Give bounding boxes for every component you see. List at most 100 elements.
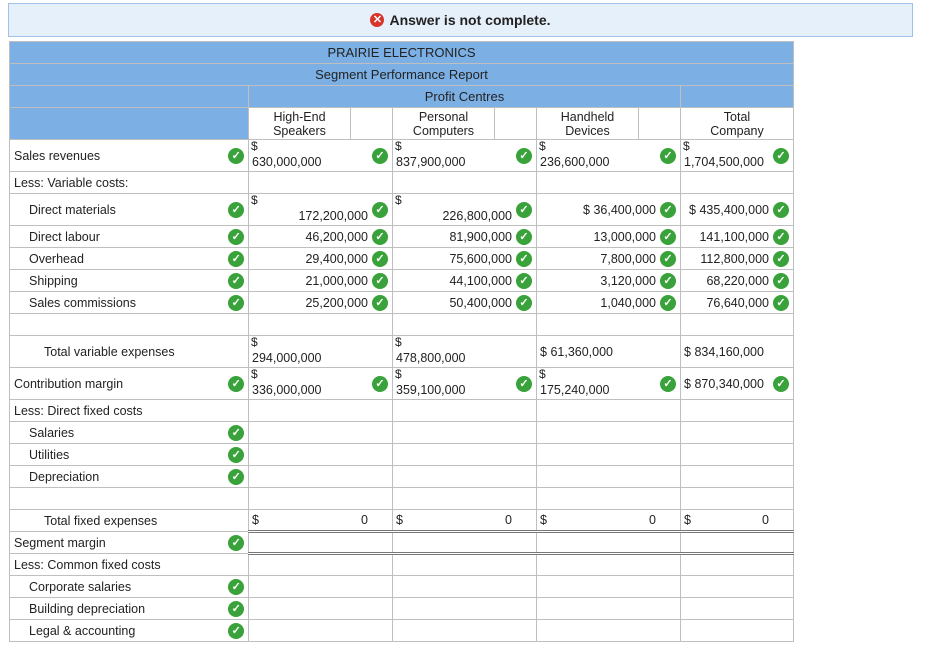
input-bd-total[interactable] (680, 597, 794, 620)
input-salaries-handheld[interactable] (536, 421, 681, 444)
col-header-handheld: Handheld Devices (536, 107, 639, 140)
input-sm-computers[interactable] (392, 530, 537, 554)
input-sales-total[interactable]: $1,704,500,000 ✓ (680, 139, 794, 172)
input-tve-handheld[interactable]: $ 61,360,000 (536, 335, 681, 368)
input-depreciation-handheld[interactable] (536, 465, 681, 488)
input-sales-computers[interactable]: $837,900,000 ✓ (392, 139, 537, 172)
input-dl-speakers[interactable]: 46,200,000 ✓ (248, 225, 393, 248)
check-circle-icon: ✓ (660, 272, 676, 289)
input-tve-computers[interactable]: $478,800,000 (392, 335, 537, 368)
check-circle-icon: ✓ (228, 272, 245, 289)
check-circle-icon: ✓ (372, 250, 388, 267)
check-circle-icon: ✓ (372, 201, 388, 218)
input-cm-computers[interactable]: $359,100,000 ✓ (392, 367, 537, 400)
check-circle-icon: ✓ (228, 622, 245, 639)
col-header-total: Total Company (680, 107, 794, 140)
company-name: PRAIRIE ELECTRONICS (9, 41, 794, 64)
input-sh-computers[interactable]: 44,100,000 ✓ (392, 269, 537, 292)
profit-centres-header: Profit Centres (248, 85, 681, 108)
input-salaries-speakers[interactable] (248, 421, 393, 444)
input-tfe-speakers[interactable]: $0 (248, 509, 393, 532)
input-sc-handheld[interactable]: 1,040,000 ✓ (536, 291, 681, 314)
input-utilities-speakers[interactable] (248, 443, 393, 466)
input-sales-speakers[interactable]: $630,000,000 ✓ (248, 139, 393, 172)
input-cs-total[interactable] (680, 575, 794, 598)
row-label-contribution-margin: Contribution margin (9, 367, 225, 400)
check-circle-icon: ✓ (228, 534, 245, 551)
input-tfe-total[interactable]: $0 (680, 509, 794, 532)
row-label-less-direct-fixed: Less: Direct fixed costs (9, 399, 249, 422)
check-circle-icon: ✓ (660, 147, 676, 164)
input-la-computers[interactable] (392, 619, 537, 642)
row-label-direct-labour: Direct labour (9, 225, 225, 248)
input-cs-speakers[interactable] (248, 575, 393, 598)
input-tve-total[interactable]: $ 834,160,000 (680, 335, 794, 368)
input-dl-total[interactable]: 141,100,000 ✓ (680, 225, 794, 248)
input-dm-computers[interactable]: $226,800,000 ✓ (392, 193, 537, 226)
row-label-less-variable: Less: Variable costs: (9, 171, 249, 194)
input-cs-computers[interactable] (392, 575, 537, 598)
input-dm-handheld[interactable]: $ 36,400,000 ✓ (536, 193, 681, 226)
row-label-direct-materials: Direct materials (9, 193, 225, 226)
input-cm-total[interactable]: $ 870,340,000 ✓ (680, 367, 794, 400)
check-circle-icon: ✓ (228, 375, 245, 392)
input-cs-handheld[interactable] (536, 575, 681, 598)
input-sh-total[interactable]: 68,220,000 ✓ (680, 269, 794, 292)
input-dl-computers[interactable]: 81,900,000 ✓ (392, 225, 537, 248)
check-circle-icon: ✓ (516, 147, 532, 164)
input-sc-computers[interactable]: 50,400,000 ✓ (392, 291, 537, 314)
input-sc-total[interactable]: 76,640,000 ✓ (680, 291, 794, 314)
input-utilities-total[interactable] (680, 443, 794, 466)
input-la-speakers[interactable] (248, 619, 393, 642)
banner-text: Answer is not complete. (389, 12, 551, 28)
input-bd-handheld[interactable] (536, 597, 681, 620)
input-sh-handheld[interactable]: 3,120,000 ✓ (536, 269, 681, 292)
input-sm-speakers[interactable] (248, 530, 393, 554)
check-circle-icon: ✓ (516, 228, 532, 245)
input-la-total[interactable] (680, 619, 794, 642)
input-dm-speakers[interactable]: $172,200,000 ✓ (248, 193, 393, 226)
row-label-segment-margin: Segment margin (9, 531, 225, 554)
input-cm-handheld[interactable]: $175,240,000 ✓ (536, 367, 681, 400)
check-circle-icon: ✓ (660, 294, 676, 311)
check-circle-icon: ✓ (773, 294, 789, 311)
row-label-building-depreciation: Building depreciation (9, 597, 225, 620)
input-la-handheld[interactable] (536, 619, 681, 642)
input-bd-speakers[interactable] (248, 597, 393, 620)
check-circle-icon: ✓ (372, 375, 388, 392)
input-tfe-computers[interactable]: $0 (392, 509, 537, 532)
check-circle-icon: ✓ (516, 375, 532, 392)
input-salaries-total[interactable] (680, 421, 794, 444)
input-oh-speakers[interactable]: 29,400,000 ✓ (248, 247, 393, 270)
check-circle-icon: ✓ (228, 147, 245, 164)
input-utilities-computers[interactable] (392, 443, 537, 466)
input-depreciation-computers[interactable] (392, 465, 537, 488)
check-circle-icon: ✓ (516, 294, 532, 311)
input-salaries-computers[interactable] (392, 421, 537, 444)
input-depreciation-total[interactable] (680, 465, 794, 488)
input-utilities-handheld[interactable] (536, 443, 681, 466)
input-dm-total[interactable]: $ 435,400,000 ✓ (680, 193, 794, 226)
answer-status-banner: ✕ Answer is not complete. (8, 3, 913, 37)
check-circle-icon: ✓ (773, 201, 789, 218)
input-sm-handheld[interactable] (536, 530, 681, 554)
input-tfe-handheld[interactable]: $0 (536, 509, 681, 532)
input-sh-speakers[interactable]: 21,000,000 ✓ (248, 269, 393, 292)
row-label-sales-commissions: Sales commissions (9, 291, 225, 314)
input-oh-computers[interactable]: 75,600,000 ✓ (392, 247, 537, 270)
input-oh-total[interactable]: 112,800,000 ✓ (680, 247, 794, 270)
check-circle-icon: ✓ (773, 228, 789, 245)
input-sc-speakers[interactable]: 25,200,000 ✓ (248, 291, 393, 314)
input-dl-handheld[interactable]: 13,000,000 ✓ (536, 225, 681, 248)
input-sm-total[interactable] (680, 530, 794, 554)
input-tve-speakers[interactable]: $294,000,000 (248, 335, 393, 368)
input-bd-computers[interactable] (392, 597, 537, 620)
input-sales-handheld[interactable]: $236,600,000 ✓ (536, 139, 681, 172)
check-circle-icon: ✓ (372, 294, 388, 311)
input-depreciation-speakers[interactable] (248, 465, 393, 488)
check-circle-icon: ✓ (228, 424, 245, 441)
check-circle-icon: ✓ (516, 201, 532, 218)
check-circle-icon: ✓ (372, 228, 388, 245)
input-oh-handheld[interactable]: 7,800,000 ✓ (536, 247, 681, 270)
input-cm-speakers[interactable]: $336,000,000 ✓ (248, 367, 393, 400)
